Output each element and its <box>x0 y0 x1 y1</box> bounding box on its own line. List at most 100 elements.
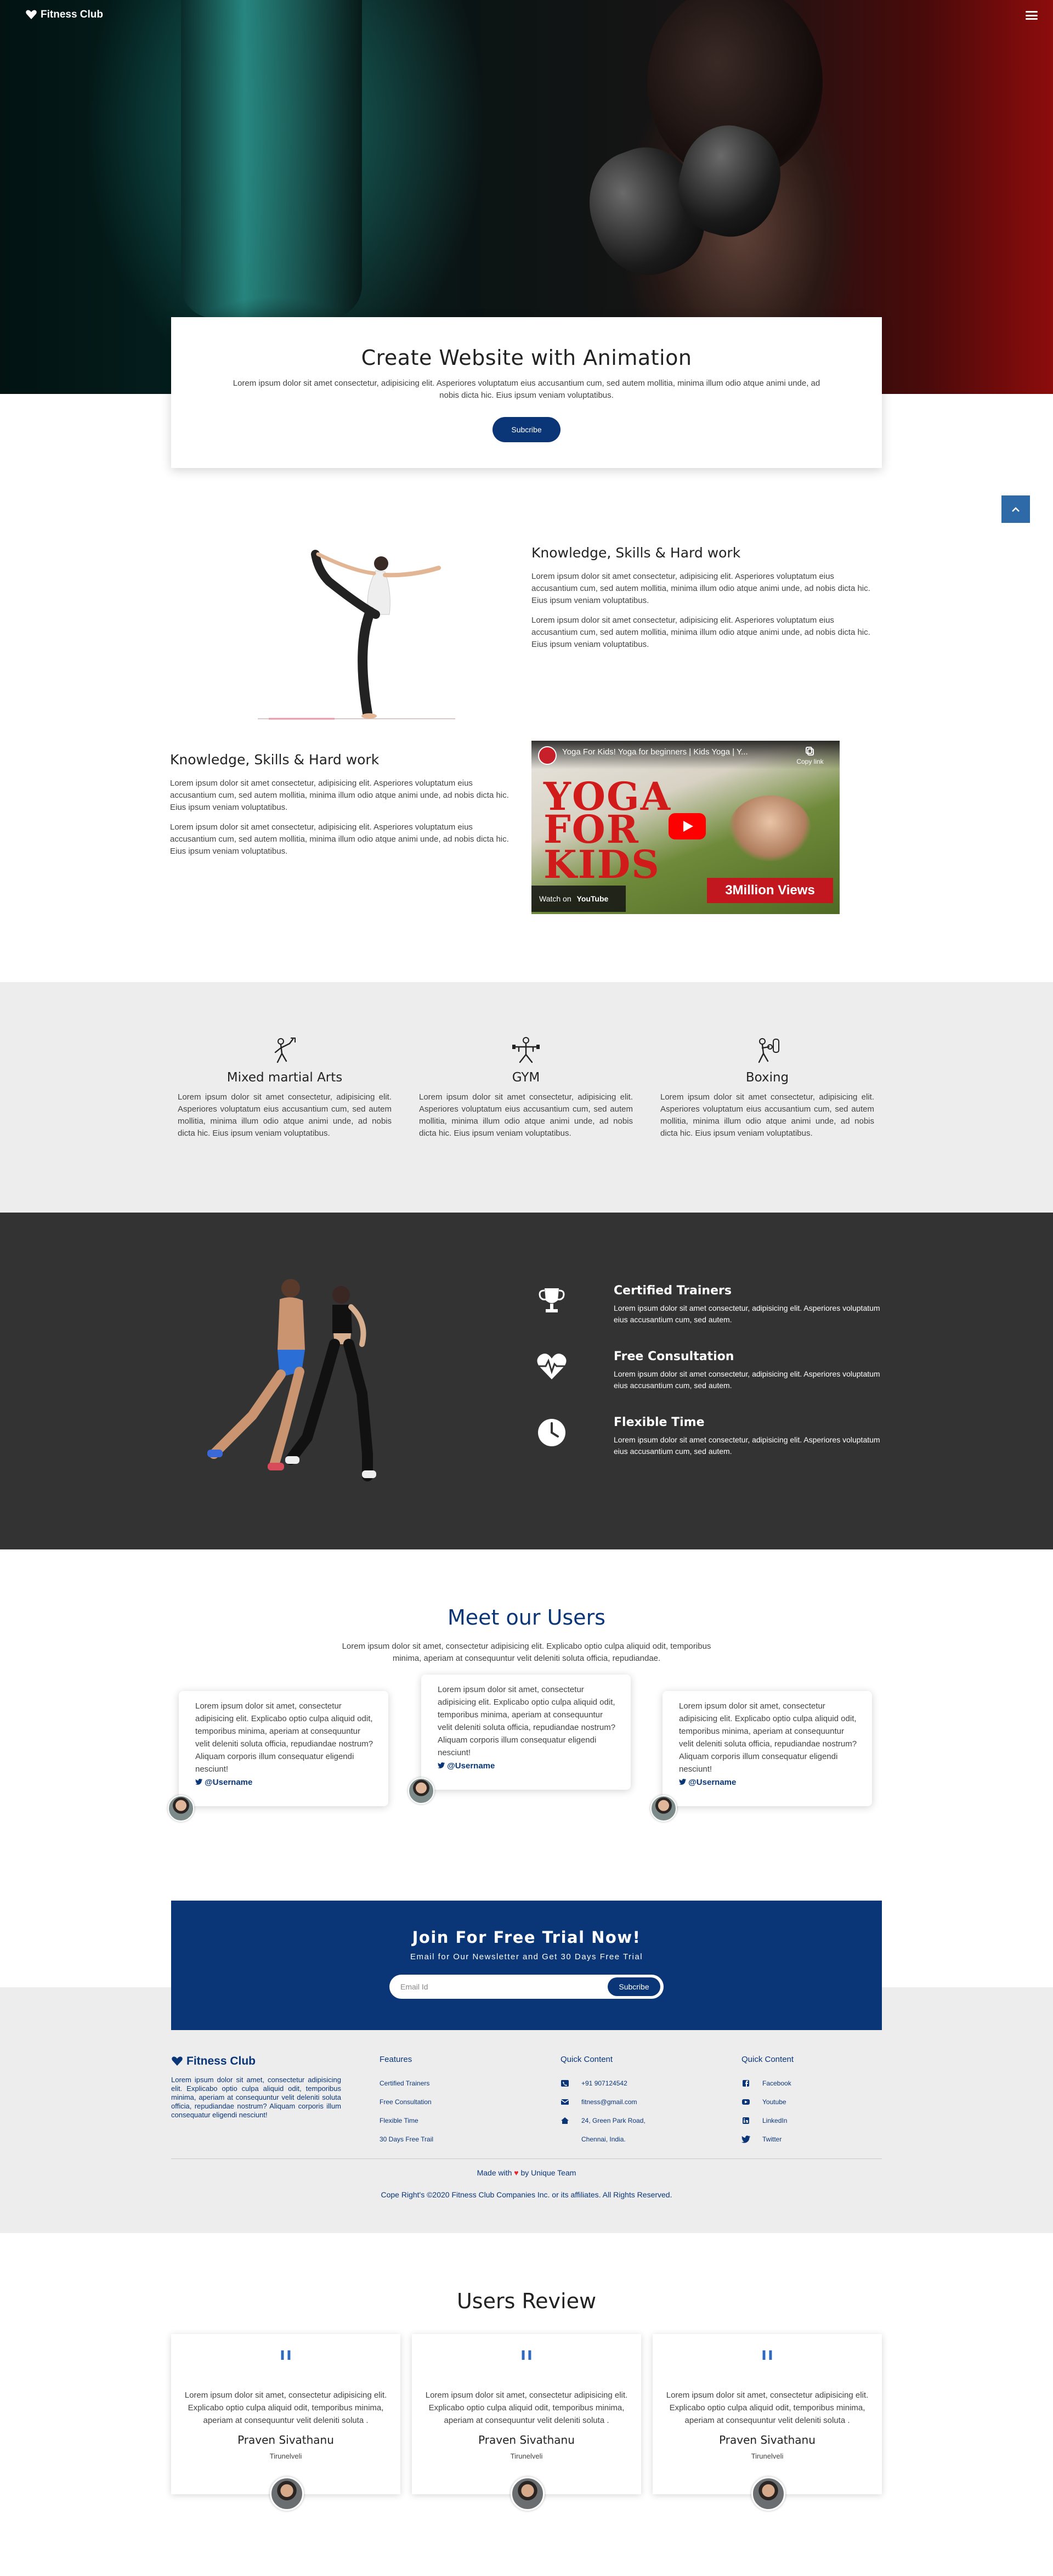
contact-text: +91 907124542 <box>581 2079 627 2087</box>
user-handle: @Username <box>688 1778 737 1787</box>
review-text: Lorem ipsum dolor sit amet, consectetur … <box>666 2391 869 2425</box>
newsletter-box: Join For Free Trial Now! Email for Our N… <box>171 1901 882 2030</box>
play-icon[interactable] <box>669 813 706 839</box>
twitter-icon <box>679 1779 686 1785</box>
hero-card: Create Website with Animation Lorem ipsu… <box>171 317 882 468</box>
user-quote: Lorem ipsum dolor sit amet, consectetur … <box>679 1701 857 1774</box>
made-prefix: Made with <box>477 2168 512 2177</box>
heart-logo-icon <box>26 10 37 19</box>
hero-title: Create Website with Animation <box>361 346 692 370</box>
avatar <box>650 1795 677 1822</box>
user-card: Lorem ipsum dolor sit amet, consectetur … <box>179 1691 388 1806</box>
twitter-handle-link[interactable]: @Username <box>195 1778 374 1787</box>
contact-address: Chennai, India. <box>561 2135 646 2154</box>
martial-arts-icon <box>274 1038 296 1063</box>
review-card: " Lorem ipsum dolor sit amet, consectetu… <box>653 2334 882 2494</box>
trophy-icon <box>539 1288 565 1312</box>
feature-title: Knowledge, Skills & Hard work <box>531 545 741 561</box>
footer-brand-name: Fitness Club <box>186 2055 256 2067</box>
avatar <box>408 1778 434 1804</box>
feature-text: Lorem ipsum dolor sit amet consectetur, … <box>170 822 509 856</box>
footer-link[interactable]: 30 Days Free Trail <box>380 2135 433 2154</box>
channel-avatar[interactable] <box>538 746 557 765</box>
youtube-icon <box>742 2099 750 2105</box>
user-handle: @Username <box>205 1778 253 1787</box>
quote-icon: " <box>518 2344 535 2385</box>
social-link-facebook[interactable]: Facebook <box>741 2079 794 2098</box>
avatar <box>168 1795 194 1822</box>
social-link-linkedin[interactable]: LinkedIn <box>741 2117 794 2135</box>
home-icon <box>561 2117 569 2124</box>
footer-social: Quick Content Facebook Youtube LinkedIn … <box>741 2055 794 2154</box>
avatar <box>511 2477 545 2511</box>
chevron-up-icon[interactable] <box>1001 495 1030 523</box>
reviewer-city: Tirunelveli <box>269 2452 302 2460</box>
benefit-text: Lorem ipsum dolor sit amet consectetur, … <box>614 1435 880 1456</box>
service-card: Boxing Lorem ipsum dolor sit amet consec… <box>660 1036 874 1140</box>
twitter-icon <box>195 1779 202 1785</box>
copyright-text: Cope Right's ©2020 Fitness Club Companie… <box>381 2190 672 2199</box>
copy-link-label: Copy link <box>796 758 824 765</box>
twitter-icon <box>741 2135 750 2143</box>
review-text: Lorem ipsum dolor sit amet, consectetur … <box>184 2391 387 2425</box>
quote-icon: " <box>278 2344 294 2385</box>
users-description: Lorem ipsum dolor sit amet, consectetur … <box>342 1642 711 1663</box>
service-text: Lorem ipsum dolor sit amet consectetur, … <box>178 1092 392 1138</box>
service-text: Lorem ipsum dolor sit amet consectetur, … <box>419 1092 633 1138</box>
subscribe-button[interactable]: Subcribe <box>492 417 561 442</box>
review-card: " Lorem ipsum dolor sit amet, consectetu… <box>171 2334 400 2494</box>
watch-on-youtube-button[interactable]: Watch on YouTube <box>531 886 626 912</box>
footer-column-title: Features <box>380 2055 412 2064</box>
benefit-item: Free Consultation Lorem ipsum dolor sit … <box>535 1350 886 1405</box>
benefit-title: Flexible Time <box>614 1416 705 1429</box>
heart-icon: ♥ <box>514 2168 519 2177</box>
footer-about: Fitness Club Lorem ipsum dolor sit amet,… <box>171 2055 341 2120</box>
views-badge: 3Million Views <box>707 878 833 903</box>
copy-link-button[interactable]: Copy link <box>794 746 826 765</box>
service-text: Lorem ipsum dolor sit amet consectetur, … <box>660 1092 874 1138</box>
social-label: Twitter <box>762 2135 782 2143</box>
boxing-icon <box>758 1038 779 1063</box>
contact-address: 24, Green Park Road, <box>561 2117 646 2135</box>
footer-logo[interactable]: Fitness Club <box>171 2055 341 2068</box>
newsletter-subscribe-button[interactable]: Subcribe <box>608 1977 660 1996</box>
service-title: GYM <box>512 1070 540 1085</box>
footer-link[interactable]: Flexible Time <box>380 2117 433 2135</box>
footer-divider <box>171 2158 882 2159</box>
social-link-twitter[interactable]: Twitter <box>741 2135 794 2154</box>
review-text: Lorem ipsum dolor sit amet, consectetur … <box>425 2391 628 2425</box>
clock-icon <box>538 1419 565 1446</box>
watch-on-label: Watch on <box>539 894 571 903</box>
youtube-video-embed[interactable]: YOGA FOR KIDS Yoga For Kids! Yoga for be… <box>531 741 840 914</box>
mail-icon <box>561 2099 569 2105</box>
gym-icon <box>512 1037 540 1063</box>
menu-toggle-icon[interactable] <box>1026 11 1038 20</box>
newsletter-subtitle: Email for Our Newsletter and Get 30 Days… <box>410 1952 643 1961</box>
fitness-couple-image <box>207 1279 376 1481</box>
feature-block: Knowledge, Skills & Hard work Lorem ipsu… <box>531 545 882 658</box>
video-title[interactable]: Yoga For Kids! Yoga for beginners | Kids… <box>562 747 748 757</box>
twitter-handle-link[interactable]: @Username <box>679 1778 858 1787</box>
social-link-youtube[interactable]: Youtube <box>741 2098 794 2117</box>
benefit-text: Lorem ipsum dolor sit amet consectetur, … <box>614 1304 880 1324</box>
services-section: Mixed martial Arts Lorem ipsum dolor sit… <box>0 982 1053 1213</box>
reviewer-city: Tirunelveli <box>510 2452 543 2460</box>
footer-contact: Quick Content +91 907124542 fitness@gmai… <box>561 2055 646 2154</box>
reviewer-name: Praven Sivathanu <box>237 2433 334 2447</box>
service-title: Boxing <box>745 1070 789 1085</box>
top-navbar: Fitness Club <box>0 0 1053 33</box>
footer-link[interactable]: Free Consultation <box>380 2098 433 2117</box>
made-suffix: by Unique Team <box>520 2168 576 2177</box>
feature-title: Knowledge, Skills & Hard work <box>170 752 380 768</box>
contact-email[interactable]: fitness@gmail.com <box>561 2098 646 2117</box>
twitter-handle-link[interactable]: @Username <box>438 1761 616 1771</box>
footer-link[interactable]: Certified Trainers <box>380 2079 433 2098</box>
social-label: LinkedIn <box>762 2117 788 2124</box>
user-card: Lorem ipsum dolor sit amet, consectetur … <box>421 1675 631 1790</box>
email-field[interactable] <box>400 1975 609 1999</box>
contact-phone[interactable]: +91 907124542 <box>561 2079 646 2098</box>
brand-logo[interactable]: Fitness Club <box>25 9 103 21</box>
facebook-icon <box>743 2080 749 2087</box>
thumbnail-text: KIDS <box>544 842 660 887</box>
contact-text: 24, Green Park Road, <box>581 2117 646 2124</box>
